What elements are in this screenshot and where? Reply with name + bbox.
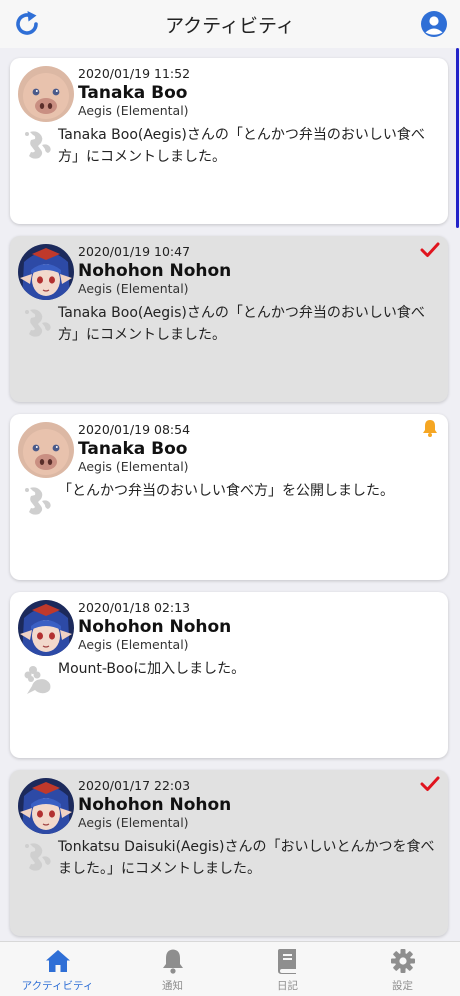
character-avatar bbox=[18, 778, 74, 834]
user-name: Tanaka Boo bbox=[78, 83, 188, 103]
turnip-icon bbox=[21, 662, 55, 696]
comment-icon bbox=[21, 128, 55, 162]
character-avatar bbox=[18, 244, 74, 300]
account-icon[interactable] bbox=[420, 10, 448, 38]
user-name: Nohohon Nohon bbox=[78, 261, 232, 281]
activity-card[interactable]: 2020/01/18 02:13 Nohohon Nohon Aegis (El… bbox=[10, 592, 448, 758]
activity-message: Tonkatsu Daisuki(Aegis)さんの「おいしいとんかつを食べまし… bbox=[58, 839, 435, 877]
activity-time: 2020/01/18 02:13 bbox=[78, 600, 191, 615]
comment-icon bbox=[21, 306, 55, 340]
activity-card[interactable]: 2020/01/19 08:54 Tanaka Boo Aegis (Eleme… bbox=[10, 414, 448, 580]
tab-settings[interactable]: 設定 bbox=[345, 942, 460, 996]
header: アクティビティ bbox=[0, 0, 460, 48]
tab-notifications[interactable]: 通知 bbox=[115, 942, 230, 996]
comment-icon bbox=[21, 840, 55, 874]
home-icon bbox=[45, 950, 70, 972]
character-avatar bbox=[18, 600, 74, 656]
activity-message: Mount-Booに加入しました。 bbox=[58, 661, 246, 677]
tab-bar: アクティビティ 通知 日記 設定 bbox=[0, 941, 460, 996]
bell-icon bbox=[162, 949, 183, 974]
tab-activity[interactable]: アクティビティ bbox=[0, 942, 115, 996]
checkmark-icon bbox=[420, 774, 440, 794]
pig-avatar bbox=[18, 422, 74, 478]
world-name: Aegis (Elemental) bbox=[78, 459, 189, 474]
activity-message: 「とんかつ弁当のおいしい食べ方」を公開しました。 bbox=[58, 483, 394, 499]
gear-icon bbox=[390, 949, 415, 973]
checkmark-icon bbox=[420, 240, 440, 260]
user-name: Tanaka Boo bbox=[78, 439, 188, 459]
world-name: Aegis (Elemental) bbox=[78, 281, 189, 296]
tab-label: アクティビティ bbox=[21, 980, 94, 992]
activity-time: 2020/01/19 11:52 bbox=[78, 66, 191, 81]
tab-diary[interactable]: 日記 bbox=[230, 942, 345, 996]
activity-message: Tanaka Boo(Aegis)さんの「とんかつ弁当のおいしい食べ方」にコメン… bbox=[58, 127, 425, 165]
world-name: Aegis (Elemental) bbox=[78, 815, 189, 830]
activity-message: Tanaka Boo(Aegis)さんの「とんかつ弁当のおいしい食べ方」にコメン… bbox=[58, 305, 425, 343]
activity-card[interactable]: 2020/01/19 10:47 Nohohon Nohon Aegis (El… bbox=[10, 236, 448, 402]
user-name: Nohohon Nohon bbox=[78, 795, 232, 815]
refresh-icon[interactable] bbox=[12, 9, 42, 39]
pig-avatar bbox=[18, 66, 74, 122]
activity-time: 2020/01/19 10:47 bbox=[78, 244, 191, 259]
activity-feed: 2020/01/19 11:52 Tanaka Boo Aegis (Eleme… bbox=[0, 48, 460, 941]
activity-card[interactable]: 2020/01/17 22:03 Nohohon Nohon Aegis (El… bbox=[10, 770, 448, 936]
book-icon bbox=[277, 949, 296, 974]
bell-icon bbox=[420, 418, 440, 438]
comment-icon bbox=[21, 484, 55, 518]
tab-label: 日記 bbox=[277, 980, 298, 992]
user-name: Nohohon Nohon bbox=[78, 617, 232, 637]
page-title: アクティビティ bbox=[165, 14, 295, 37]
tab-label: 通知 bbox=[162, 980, 183, 992]
tab-label: 設定 bbox=[392, 980, 413, 992]
world-name: Aegis (Elemental) bbox=[78, 637, 189, 652]
activity-time: 2020/01/17 22:03 bbox=[78, 778, 191, 793]
world-name: Aegis (Elemental) bbox=[78, 103, 189, 118]
activity-time: 2020/01/19 08:54 bbox=[78, 422, 191, 437]
activity-card[interactable]: 2020/01/19 11:52 Tanaka Boo Aegis (Eleme… bbox=[10, 58, 448, 224]
